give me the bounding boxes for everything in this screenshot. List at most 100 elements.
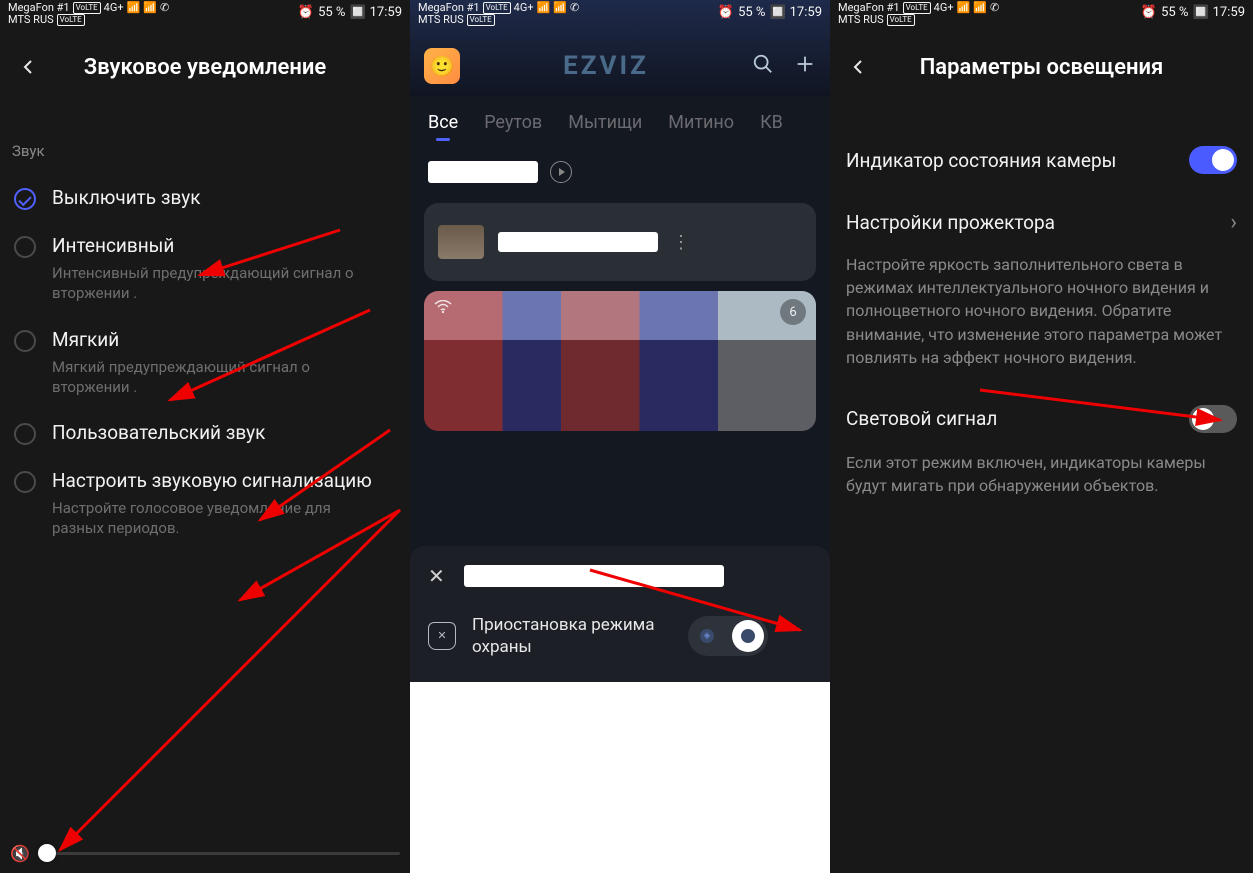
volume-thumb[interactable] [38, 844, 56, 862]
tab-kv[interactable]: КВ [760, 112, 783, 133]
radio-icon [14, 471, 36, 493]
event-count-badge: 6 [780, 299, 806, 325]
page-title: Параметры освещения [844, 55, 1239, 80]
status-led-switch[interactable] [1189, 146, 1237, 174]
alarm-icon: ⏰ [718, 6, 734, 20]
volte-badge: VoLTE [903, 2, 931, 14]
option-intense-desc: Интенсивный предупреждающий сигнал о вто… [52, 263, 372, 304]
setting-light-signal[interactable]: Световой сигнал [830, 387, 1253, 451]
option-soft-desc: Мягкий предупреждающий сигнал о вторжени… [52, 357, 372, 398]
toggle-knob [732, 620, 764, 652]
volte-badge-2: VoLTE [57, 14, 85, 26]
option-soft[interactable]: Мягкий Мягкий предупреждающий сигнал о в… [0, 314, 410, 408]
pause-guard-label: Приостановка режима охраны [472, 614, 672, 658]
wifi-icon [434, 299, 452, 318]
option-intense-label: Интенсивный [52, 234, 372, 257]
play-all-icon[interactable] [550, 161, 572, 183]
option-configure-desc: Настройте голосовое уведомление для разн… [52, 498, 372, 539]
radio-icon [14, 330, 36, 352]
option-mute-label: Выключить звук [52, 186, 201, 209]
option-configure-alarm[interactable]: Настроить звуковую сигнализацию Настройт… [0, 455, 410, 549]
device-card[interactable]: ⋮ [424, 203, 816, 281]
carrier-2: MTS RUS [418, 14, 464, 26]
more-icon[interactable]: ⋮ [672, 232, 692, 253]
guard-toggle[interactable]: ◈ [688, 616, 768, 656]
status-bar: MegaFon #1 VoLTE 4G+ 📶 📶 ✆ MTS RUS VoLTE… [830, 0, 1253, 36]
redacted-text [428, 161, 538, 183]
volume-slider-row: 🔇 [0, 833, 410, 873]
carrier-2: MTS RUS [838, 14, 884, 26]
setting-floodlight[interactable]: Настройки прожектора › [830, 192, 1253, 253]
tab-mitino[interactable]: Митино [668, 112, 734, 133]
option-intense[interactable]: Интенсивный Интенсивный предупреждающий … [0, 220, 410, 314]
bottom-sheet: ✕ Приостановка режима охраны ◈ [410, 546, 830, 682]
tab-all[interactable]: Все [428, 112, 458, 133]
whatsapp-icon: ✆ [570, 2, 579, 14]
volume-mute-icon: 🔇 [10, 844, 30, 863]
network-type: 4G+ [104, 2, 124, 14]
battery-percent: 55 % [318, 6, 345, 20]
option-configure-label: Настроить звуковую сигнализацию [52, 469, 372, 492]
status-bar: MegaFon #1 VoLTE 4G+ 📶 📶 ✆ MTS RUS VoLTE… [0, 0, 410, 36]
header: Звуковое уведомление [0, 36, 410, 98]
camera-live-preview[interactable]: 6 [424, 291, 816, 431]
radio-checked-icon [14, 188, 36, 210]
toggle-off-indicator: ◈ [700, 629, 714, 643]
option-mute[interactable]: Выключить звук [0, 172, 410, 220]
profile-avatar[interactable]: 🙂 [424, 48, 460, 84]
section-label-sound: Звук [0, 98, 410, 172]
screen-lighting-settings: MegaFon #1 VoLTE 4G+ 📶 📶 ✆ MTS RUS VoLTE… [830, 0, 1253, 873]
setting-status-led[interactable]: Индикатор состояния камеры [830, 128, 1253, 192]
light-signal-switch[interactable] [1189, 405, 1237, 433]
signal-icon-2: 📶 [143, 2, 157, 14]
screen-sound-notification: MegaFon #1 VoLTE 4G+ 📶 📶 ✆ MTS RUS VoLTE… [0, 0, 410, 873]
signal-icon: 📶 [127, 2, 141, 14]
status-led-label: Индикатор состояния камеры [846, 149, 1177, 172]
status-bar: MegaFon #1 VoLTE 4G+ 📶 📶 ✆ MTS RUS VoLTE… [410, 0, 830, 36]
radio-icon [14, 236, 36, 258]
close-icon[interactable]: ✕ [428, 564, 448, 588]
volume-slider[interactable] [40, 852, 400, 855]
battery-percent: 55 % [1161, 6, 1188, 20]
whatsapp-icon: ✆ [990, 2, 999, 14]
brand-logo: EZVIZ [563, 51, 649, 81]
volte-badge-2: VoLTE [887, 14, 915, 26]
signal-icon: 📶 [957, 2, 971, 14]
option-soft-label: Мягкий [52, 328, 372, 351]
volte-badge-2: VoLTE [467, 14, 495, 26]
network-type: 4G+ [514, 2, 534, 14]
search-icon[interactable] [752, 53, 774, 79]
whatsapp-icon: ✆ [160, 2, 169, 14]
clock: 17:59 [1213, 6, 1245, 20]
network-type: 4G+ [934, 2, 954, 14]
volte-badge: VoLTE [73, 2, 101, 14]
clock: 17:59 [790, 6, 822, 20]
signal-icon: 📶 [537, 2, 551, 14]
screen-ezviz-home: MegaFon #1 VoLTE 4G+ 📶 📶 ✆ MTS RUS VoLTE… [410, 0, 830, 682]
option-custom-label: Пользовательский звук [52, 421, 265, 444]
tab-mytishchi[interactable]: Мытищи [568, 112, 642, 133]
battery-icon: 🔲 [349, 6, 365, 20]
chevron-right-icon: › [1230, 210, 1237, 235]
annotation-arrow [40, 500, 410, 860]
light-signal-desc: Если этот режим включен, индикаторы каме… [830, 451, 1253, 515]
device-group-header[interactable] [410, 143, 830, 189]
page-title: Звуковое уведомление [14, 55, 396, 80]
header: Параметры освещения [830, 36, 1253, 98]
shield-off-icon [428, 622, 456, 650]
redacted-text [498, 232, 658, 252]
redacted-text [464, 565, 724, 587]
light-signal-label: Световой сигнал [846, 407, 1177, 430]
option-custom-sound[interactable]: Пользовательский звук [0, 407, 410, 455]
clock: 17:59 [370, 6, 402, 20]
radio-icon [14, 423, 36, 445]
location-tabs: Все Реутов Мытищи Митино КВ [410, 96, 830, 143]
device-thumbnail [438, 225, 484, 259]
signal-icon-2: 📶 [553, 2, 567, 14]
signal-icon-2: 📶 [973, 2, 987, 14]
tab-reutov[interactable]: Реутов [484, 112, 542, 133]
battery-percent: 55 % [738, 6, 765, 20]
add-icon[interactable] [794, 53, 816, 79]
floodlight-desc: Настройте яркость заполнительного света … [830, 253, 1253, 387]
carrier-2: MTS RUS [8, 14, 54, 26]
